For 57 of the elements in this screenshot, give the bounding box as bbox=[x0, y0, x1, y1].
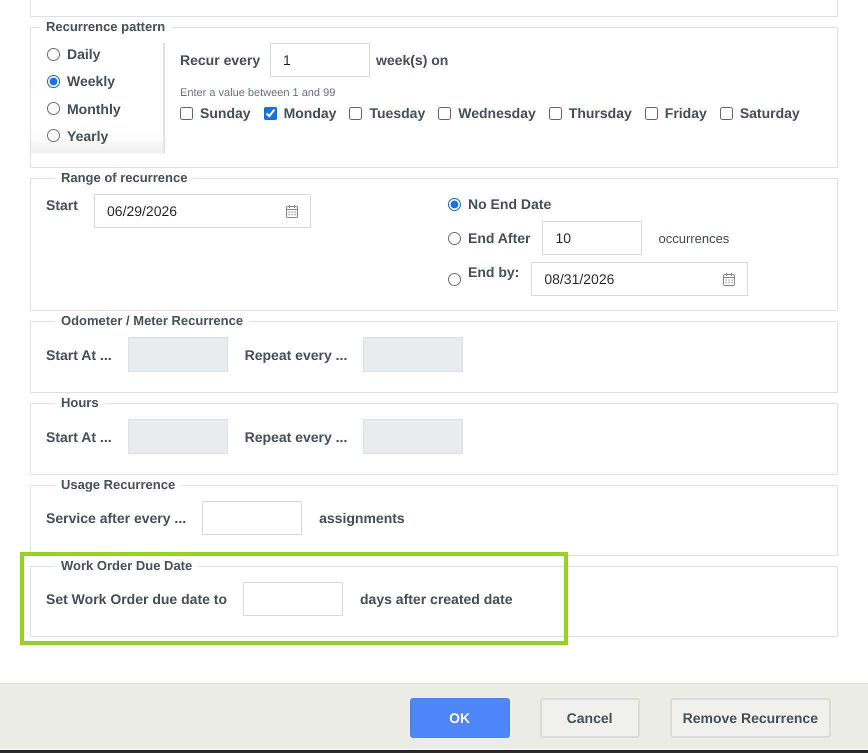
field-label: Start At ... bbox=[46, 346, 112, 364]
radio-button[interactable] bbox=[448, 232, 461, 244]
checkbox-label: Tuesday bbox=[369, 104, 426, 122]
checkbox-label: Sunday bbox=[200, 104, 251, 122]
field-label: Set Work Order due date to bbox=[46, 590, 227, 608]
radio-label: Daily bbox=[67, 45, 100, 63]
checkbox-label: Saturday bbox=[740, 104, 800, 122]
radio-label: End After bbox=[468, 229, 530, 247]
checkbox[interactable] bbox=[180, 106, 193, 120]
input-field[interactable] bbox=[202, 501, 302, 535]
checkbox[interactable] bbox=[720, 106, 733, 120]
checkbox[interactable] bbox=[264, 106, 277, 120]
radio-button[interactable] bbox=[47, 48, 60, 60]
date-field[interactable]: 06/29/2026 bbox=[94, 194, 311, 228]
unit-label: days after created date bbox=[360, 590, 513, 608]
field-label: Service after every ... bbox=[46, 509, 186, 527]
field-label: Recur every bbox=[180, 51, 262, 69]
unit-label: assignments bbox=[319, 509, 405, 527]
cancel-button[interactable]: Cancel bbox=[540, 698, 640, 738]
checkbox-label: Monday bbox=[284, 104, 336, 122]
radio-button[interactable] bbox=[47, 102, 60, 116]
date-field[interactable]: 08/31/2026 bbox=[531, 262, 748, 296]
unit-label: occurrences bbox=[658, 230, 730, 246]
radio-button[interactable] bbox=[448, 198, 461, 210]
section-legend: Odometer / Meter Recurrence bbox=[55, 312, 250, 330]
section-legend: Range of recurrence bbox=[55, 169, 194, 187]
radio-label: Yearly bbox=[67, 126, 108, 145]
checkbox[interactable] bbox=[438, 106, 452, 120]
radio-label: Monthly bbox=[67, 100, 121, 118]
radio-label: No End Date bbox=[468, 195, 552, 213]
radio-button[interactable] bbox=[47, 74, 60, 88]
checkbox[interactable] bbox=[548, 106, 562, 120]
checkbox-label: Thursday bbox=[568, 104, 632, 122]
section-legend: Recurrence pattern bbox=[40, 18, 172, 36]
number-field[interactable]: 1 bbox=[270, 43, 370, 77]
section-legend: Work Order Due Date bbox=[55, 557, 198, 575]
field-label: Repeat every ... bbox=[244, 428, 348, 446]
calendar-icon[interactable] bbox=[723, 272, 736, 286]
section-legend: Usage Recurrence bbox=[55, 476, 182, 494]
field-label: Repeat every ... bbox=[244, 346, 348, 364]
field-label: Start At ... bbox=[46, 428, 112, 446]
checkbox-label: Friday bbox=[664, 104, 707, 122]
unit-label: week(s) on bbox=[376, 51, 448, 69]
field-label: Start bbox=[46, 196, 79, 214]
input-field[interactable] bbox=[243, 582, 343, 616]
hint-text: Enter a value between 1 and 99 bbox=[180, 86, 336, 100]
section-legend: Hours bbox=[55, 394, 105, 412]
checkbox-label: Wednesday bbox=[458, 104, 536, 122]
radio-label: End by: bbox=[468, 263, 520, 281]
calendar-icon[interactable] bbox=[286, 204, 298, 218]
radio-button[interactable] bbox=[448, 272, 461, 286]
checkbox[interactable] bbox=[349, 106, 362, 120]
checkbox[interactable] bbox=[644, 106, 658, 120]
remove-recurrence-button[interactable]: Remove Recurrence bbox=[670, 698, 831, 738]
radio-button[interactable] bbox=[47, 129, 60, 142]
number-field[interactable]: 10 bbox=[542, 221, 642, 255]
radio-label: Weekly bbox=[67, 72, 115, 90]
